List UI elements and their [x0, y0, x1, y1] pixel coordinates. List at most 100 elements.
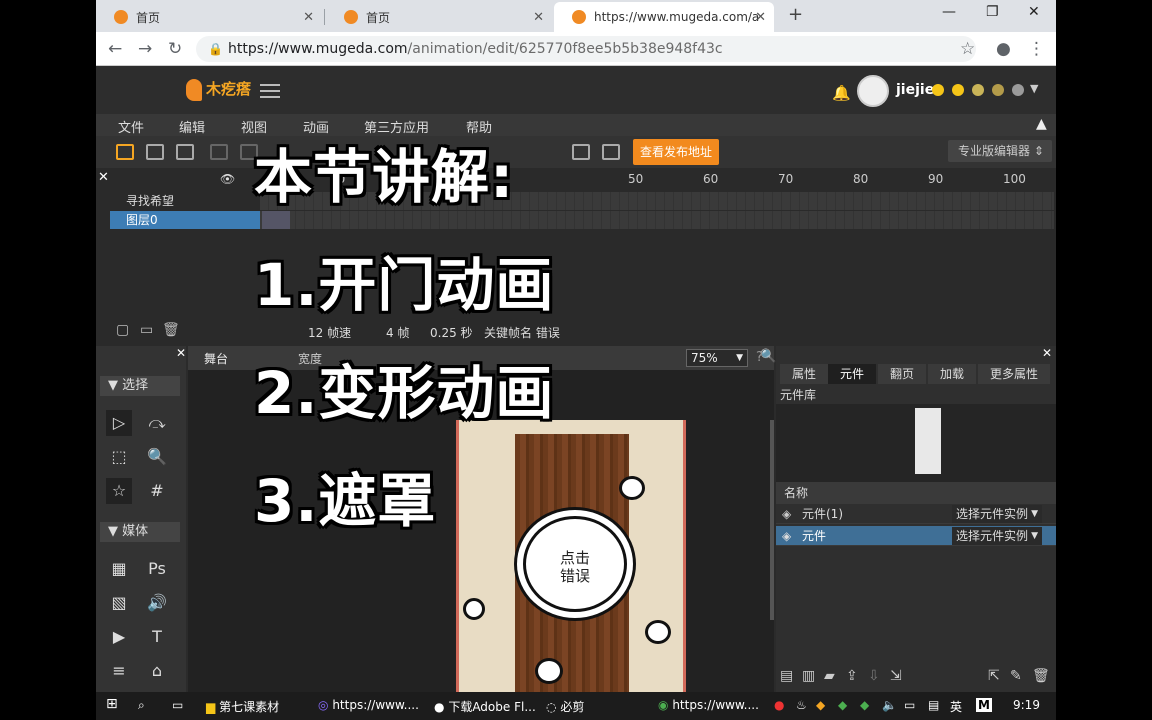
export-icon[interactable] [572, 144, 590, 160]
transform-icon[interactable]: ⤼ [144, 410, 170, 436]
zoom-icon[interactable]: 🔍 [144, 444, 170, 470]
duplicate-icon[interactable]: ▥ [802, 668, 815, 684]
new-layer-icon[interactable]: ▢ [116, 322, 129, 338]
tab-symbols[interactable]: 元件 [828, 364, 876, 384]
edit-icon[interactable]: ✎ [1010, 668, 1022, 684]
view-publish-url-button[interactable]: 查看发布地址 [633, 139, 719, 165]
back-icon[interactable]: ← [108, 39, 122, 59]
close-tab-icon[interactable]: ✕ [533, 10, 544, 25]
network-icon[interactable]: ▭ [904, 698, 915, 712]
paragraph-icon[interactable]: ≡ [106, 658, 132, 684]
eye-icon[interactable]: 👁 [220, 172, 235, 186]
taskbar-app-browser-1[interactable]: ◎ https://www.... [318, 698, 419, 712]
star-tool-icon[interactable]: ☆ [106, 478, 132, 504]
media-section-header[interactable]: ▼ 媒体 [100, 522, 180, 542]
more-menu-icon[interactable]: ⋮ [1028, 39, 1045, 59]
close-window-icon[interactable]: ✕ [1028, 4, 1040, 20]
notification-icon[interactable]: ▤ [928, 698, 939, 712]
vertical-scrollbar[interactable] [770, 420, 774, 620]
import-icon[interactable]: ⇲ [890, 668, 902, 684]
tray-icon[interactable]: ◆ [838, 698, 847, 712]
menu-edit[interactable]: 编辑 [179, 117, 205, 136]
ime-indicator[interactable]: 英 [950, 698, 962, 715]
layout-icon[interactable] [602, 144, 620, 160]
browser-tab-active[interactable]: https://www.mugeda.com/ani ✕ [554, 2, 774, 32]
tab-load[interactable]: 加载 [928, 364, 976, 384]
close-panel-icon[interactable]: ✕ [1042, 346, 1052, 360]
task-view-icon[interactable]: ▭ [172, 698, 183, 712]
pro-editor-select[interactable]: 专业版编辑器 ⇕ [948, 140, 1052, 162]
close-panel-icon[interactable]: ✕ [176, 346, 186, 360]
folder-add-icon[interactable]: ▰ [824, 668, 835, 684]
video-icon[interactable]: ▶ [106, 624, 132, 650]
layer-row-selected[interactable]: 图层0 [110, 211, 260, 229]
folder-icon[interactable]: ▭ [140, 322, 153, 338]
save-icon[interactable] [176, 144, 194, 160]
tab-page[interactable]: 翻页 [878, 364, 926, 384]
instance-select[interactable]: 选择元件实例 ▼ [952, 527, 1042, 545]
text-icon[interactable]: T [144, 624, 170, 650]
trash-icon[interactable]: 🗑 [1032, 668, 1050, 684]
help-icon[interactable]: ? [756, 350, 763, 365]
new-file-icon[interactable] [116, 144, 134, 160]
keyframe-name[interactable]: 关键帧名 错误 [484, 324, 560, 341]
menu-file[interactable]: 文件 [118, 117, 144, 136]
audio-icon[interactable]: 🔊 [144, 590, 170, 616]
close-panel-icon[interactable]: ✕ [98, 170, 109, 185]
account-icon[interactable]: ● [996, 39, 1011, 59]
click-bubble[interactable]: 点击 错误 [523, 516, 627, 612]
taskbar-app-chrome[interactable]: ◉ https://www.... [658, 698, 759, 712]
minimize-icon[interactable]: — [942, 4, 956, 20]
cut-icon[interactable] [210, 144, 228, 160]
windows-start-icon[interactable]: ⊞ [106, 696, 118, 712]
symbol-row[interactable]: ◈ 元件(1) 选择元件实例 ▼ [776, 504, 1056, 524]
tab-more-properties[interactable]: 更多属性 [978, 364, 1050, 384]
board-icon[interactable]: ⌂ [144, 658, 170, 684]
url-input[interactable]: 🔒 https://www.mugeda.com/animation/edit/… [196, 36, 976, 62]
taskbar-app-download[interactable]: ● 下载Adobe Fl... [434, 698, 536, 715]
taskbar-app-bijian[interactable]: ◌ 必剪 [546, 698, 584, 715]
tray-icon[interactable]: ♨ [796, 698, 807, 712]
select-arrow-icon[interactable]: ▷ [106, 410, 132, 436]
hamburger-menu-icon[interactable] [260, 84, 280, 98]
zoom-select[interactable]: 75% ▼ [686, 349, 748, 367]
instance-select[interactable]: 选择元件实例 ▼ [952, 505, 1042, 523]
layer-row[interactable]: 寻找希望 [110, 192, 260, 210]
reload-icon[interactable]: ↻ [168, 39, 182, 59]
forward-icon[interactable]: → [138, 39, 152, 59]
notification-bell-icon[interactable]: 🔔 [832, 84, 851, 102]
grid-icon[interactable]: # [144, 478, 170, 504]
volume-icon[interactable]: 🔈 [882, 698, 897, 712]
export-icon[interactable]: ⇱ [988, 668, 1000, 684]
user-dropdown-icon[interactable]: ▼ [1030, 82, 1038, 95]
taskbar-app-folder[interactable]: ▆ 第七课素材 [206, 698, 279, 715]
browser-tab-2[interactable]: 首页 ✕ [326, 2, 552, 32]
bookmark-star-icon[interactable]: ☆ [960, 39, 975, 59]
symbol-row-selected[interactable]: ◈ 元件 选择元件实例 ▼ [776, 526, 1056, 546]
grid-layout-icon[interactable]: ▦ [106, 556, 132, 582]
clock[interactable]: 9:19 [1013, 698, 1040, 712]
new-tab-icon[interactable]: + [788, 4, 803, 25]
image-icon[interactable]: ▧ [106, 590, 132, 616]
avatar[interactable] [857, 75, 889, 107]
username[interactable]: jiejie [896, 82, 934, 98]
download-icon[interactable]: ⇩ [868, 668, 880, 684]
tray-icon[interactable]: ◆ [860, 698, 869, 712]
delete-layer-icon[interactable]: 🗑 [162, 322, 180, 338]
close-tab-icon[interactable]: ✕ [303, 10, 314, 25]
browser-tab-1[interactable]: 首页 ✕ [96, 2, 322, 32]
mugeda-logo[interactable]: 木疙瘩 [186, 78, 251, 101]
m-app-icon[interactable]: M [976, 698, 992, 712]
search-icon[interactable]: ⌕ [138, 698, 145, 713]
open-folder-icon[interactable] [146, 144, 164, 160]
record-icon[interactable]: ● [774, 698, 784, 712]
upload-icon[interactable]: ⇪ [846, 668, 858, 684]
node-edit-icon[interactable]: ⬚ [106, 444, 132, 470]
tray-icon[interactable]: ◆ [816, 698, 825, 712]
collapse-up-icon[interactable]: ▲ [1036, 116, 1047, 132]
maximize-icon[interactable]: ❐ [986, 4, 999, 20]
new-symbol-icon[interactable]: ▤ [780, 668, 793, 684]
tab-stage[interactable]: 舞台 [204, 350, 228, 367]
select-section-header[interactable]: ▼ 选择 [100, 376, 180, 396]
close-tab-icon[interactable]: ✕ [755, 10, 766, 25]
